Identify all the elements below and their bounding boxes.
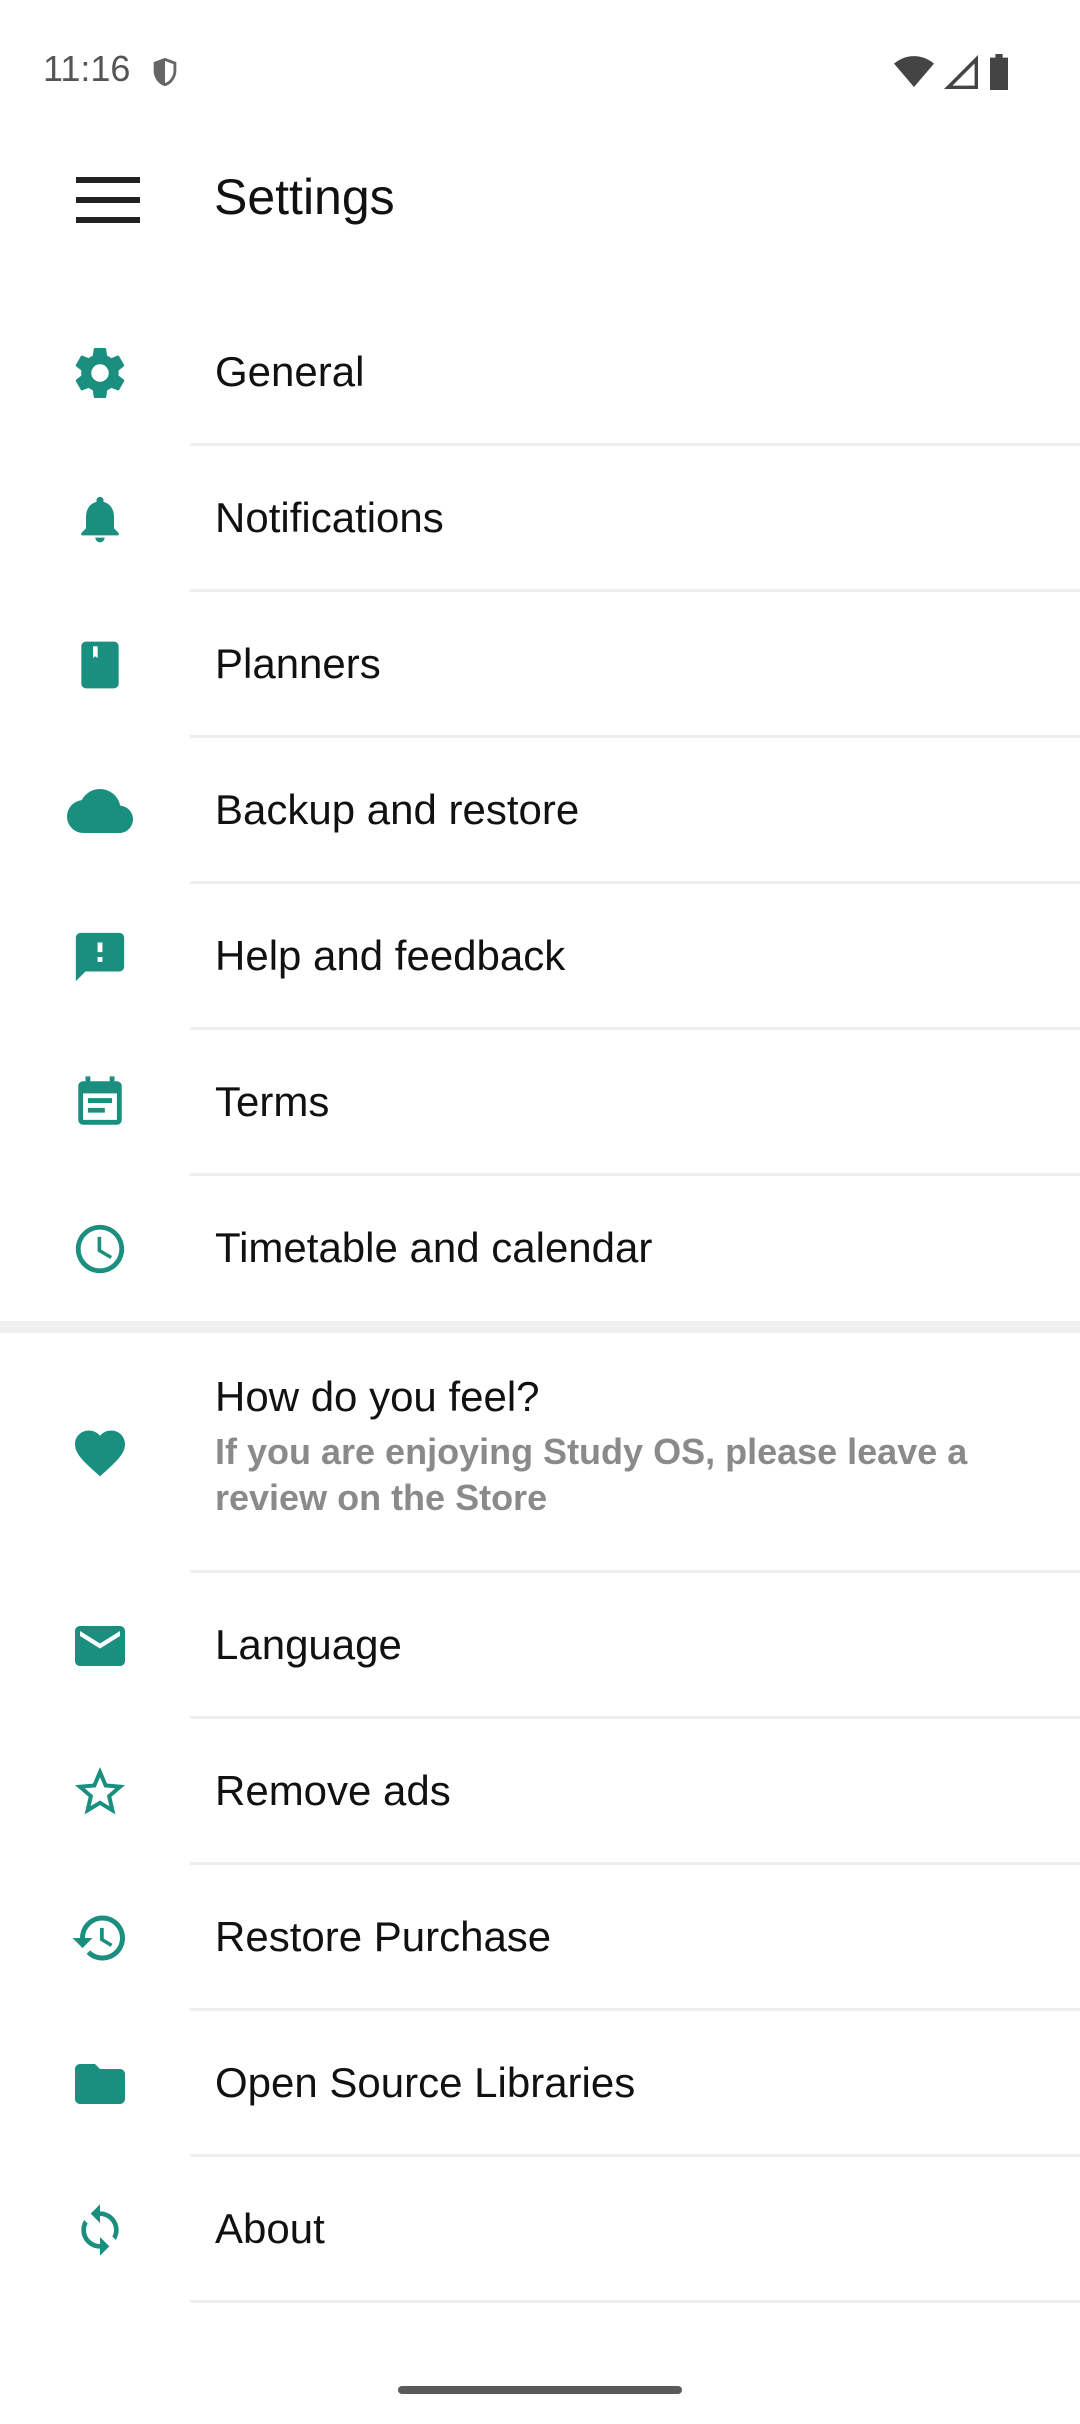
settings-item-timetable[interactable]: Timetable and calendar: [0, 1176, 1080, 1322]
settings-item-label: Planners: [215, 640, 381, 687]
settings-item-backup[interactable]: Backup and restore: [0, 738, 1080, 884]
other-list: How do you feel? If you are enjoying Stu…: [0, 1333, 1080, 2303]
folder-icon: [62, 2046, 138, 2122]
cell-signal-icon: [944, 55, 978, 89]
history-icon: [62, 1900, 138, 1976]
wifi-icon: [894, 55, 934, 89]
cloud-icon: [62, 773, 138, 849]
hamburger-menu-icon: [76, 177, 140, 223]
settings-item-label: Timetable and calendar: [215, 1224, 653, 1271]
book-icon: [62, 627, 138, 703]
battery-icon: [988, 54, 1010, 90]
settings-item-help[interactable]: Help and feedback: [0, 884, 1080, 1030]
star-outline-icon: [62, 1754, 138, 1830]
settings-item-planners[interactable]: Planners: [0, 592, 1080, 738]
clock-icon: [62, 1211, 138, 1287]
settings-item-label: Restore Purchase: [215, 1913, 552, 1960]
settings-item-label: General: [215, 348, 365, 395]
settings-item-open-source[interactable]: Open Source Libraries: [0, 2011, 1080, 2157]
settings-item-label: About: [215, 2205, 325, 2252]
feel-subtitle: If you are enjoying Study OS, please lea…: [215, 1431, 968, 1518]
bell-icon: [62, 481, 138, 557]
feel-title: How do you feel?: [215, 1373, 540, 1420]
settings-item-restore-purchase[interactable]: Restore Purchase: [0, 1865, 1080, 2011]
feedback-icon: [62, 919, 138, 995]
settings-item-label: Notifications: [215, 494, 444, 541]
settings-item-terms[interactable]: Terms: [0, 1030, 1080, 1176]
home-indicator[interactable]: [398, 2386, 682, 2394]
menu-button[interactable]: [58, 164, 158, 236]
status-time: 11:16: [43, 48, 131, 89]
settings-item-label: Backup and restore: [215, 786, 580, 833]
settings-item-label: Help and feedback: [215, 932, 566, 979]
heart-icon: [62, 1415, 138, 1491]
shield-icon: [148, 54, 182, 90]
section-separator: [0, 1321, 1080, 1333]
settings-list: General Notifications Planners Backup an…: [0, 300, 1080, 1322]
settings-item-language[interactable]: Language: [0, 1573, 1080, 1719]
settings-item-label: Open Source Libraries: [215, 2059, 636, 2106]
app-bar: Settings: [0, 140, 1080, 258]
status-icons: [894, 52, 1010, 92]
settings-item-notifications[interactable]: Notifications: [0, 446, 1080, 592]
calendar-note-icon: [62, 1065, 138, 1141]
settings-item-label: Remove ads: [215, 1767, 451, 1814]
settings-item-general[interactable]: General: [0, 300, 1080, 446]
settings-item-feel[interactable]: How do you feel? If you are enjoying Stu…: [0, 1333, 1080, 1573]
settings-item-remove-ads[interactable]: Remove ads: [0, 1719, 1080, 1865]
divider: [190, 2300, 1080, 2303]
page-title: Settings: [214, 169, 395, 225]
gear-icon: [62, 335, 138, 411]
settings-item-label: Language: [215, 1621, 402, 1668]
settings-item-about[interactable]: About: [0, 2157, 1080, 2303]
settings-item-label: Terms: [215, 1078, 330, 1125]
status-bar: 11:16: [0, 0, 1080, 140]
sync-icon: [62, 2192, 138, 2268]
mail-icon: [62, 1608, 138, 1684]
